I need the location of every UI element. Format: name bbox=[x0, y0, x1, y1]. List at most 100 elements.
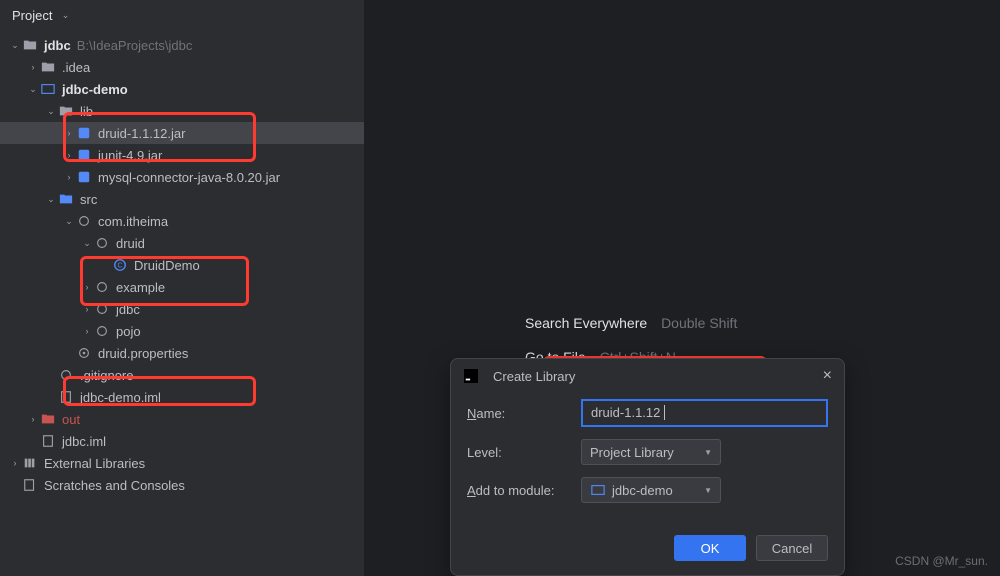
module-icon bbox=[40, 81, 56, 97]
tree-item-druid-props[interactable]: druid.properties bbox=[0, 342, 364, 364]
tree-label: jdbc-demo bbox=[62, 82, 128, 97]
iml-icon bbox=[40, 433, 56, 449]
folder-icon bbox=[58, 103, 74, 119]
folder-icon bbox=[40, 411, 56, 427]
scratches-icon bbox=[22, 477, 38, 493]
folder-icon bbox=[40, 59, 56, 75]
chevron-right-icon: › bbox=[26, 60, 40, 74]
tree-item-druid-demo[interactable]: C DruidDemo bbox=[0, 254, 364, 276]
tree-item-scratches[interactable]: Scratches and Consoles bbox=[0, 474, 364, 496]
tree-label: jdbc.iml bbox=[62, 434, 106, 449]
tree-label: DruidDemo bbox=[134, 258, 200, 273]
level-select[interactable]: Project Library ▼ bbox=[581, 439, 721, 465]
tree-label: druid.properties bbox=[98, 346, 188, 361]
tree-item-out[interactable]: › out bbox=[0, 408, 364, 430]
tree-label: .idea bbox=[62, 60, 90, 75]
package-icon bbox=[94, 301, 110, 317]
chevron-right-icon: › bbox=[80, 324, 94, 338]
hint-title: Search Everywhere bbox=[525, 315, 647, 331]
chevron-down-icon: ⌄ bbox=[80, 236, 94, 250]
tree-item-junit-jar[interactable]: › junit-4.9.jar bbox=[0, 144, 364, 166]
tree-item-pkg-itheima[interactable]: ⌄ com.itheima bbox=[0, 210, 364, 232]
tree-item-mysql-jar[interactable]: › mysql-connector-java-8.0.20.jar bbox=[0, 166, 364, 188]
project-tree: ⌄ jdbc B:\IdeaProjects\jdbc › .idea ⌄ jd… bbox=[0, 30, 364, 500]
file-icon bbox=[58, 367, 74, 383]
dialog-title: Create Library bbox=[493, 369, 815, 384]
tree-root-jdbc[interactable]: ⌄ jdbc B:\IdeaProjects\jdbc bbox=[0, 34, 364, 56]
project-title: Project bbox=[12, 8, 52, 23]
watermark: CSDN @Mr_sun. bbox=[895, 554, 988, 568]
chevron-right-icon: › bbox=[8, 456, 22, 470]
tree-item-druid-jar[interactable]: › druid-1.1.12.jar bbox=[0, 122, 364, 144]
tree-item-idea[interactable]: › .idea bbox=[0, 56, 364, 78]
tree-label: druid bbox=[116, 236, 145, 251]
chevron-down-icon: ⌄ bbox=[26, 82, 40, 96]
chevron-down-icon: ▼ bbox=[704, 486, 712, 495]
tree-item-ext-libs[interactable]: › External Libraries bbox=[0, 452, 364, 474]
tree-label: src bbox=[80, 192, 97, 207]
chevron-right-icon: › bbox=[80, 302, 94, 316]
jar-icon bbox=[76, 147, 92, 163]
tree-item-demo[interactable]: ⌄ jdbc-demo bbox=[0, 78, 364, 100]
name-label: Name: bbox=[467, 406, 571, 421]
tree-label: com.itheima bbox=[98, 214, 168, 229]
close-icon[interactable]: × bbox=[823, 367, 832, 385]
tree-label: Scratches and Consoles bbox=[44, 478, 185, 493]
chevron-right-icon: › bbox=[62, 170, 76, 184]
svg-text:C: C bbox=[117, 263, 122, 270]
package-icon bbox=[76, 213, 92, 229]
tree-item-gitignore[interactable]: .gitignore bbox=[0, 364, 364, 386]
class-icon: C bbox=[112, 257, 128, 273]
chevron-down-icon: ▼ bbox=[704, 448, 712, 457]
module-label: Add to module: bbox=[467, 483, 571, 498]
chevron-down-icon: ⌄ bbox=[44, 192, 58, 206]
chevron-down-icon: ⌄ bbox=[8, 38, 22, 52]
iml-icon bbox=[58, 389, 74, 405]
tree-label: lib bbox=[80, 104, 93, 119]
cancel-button[interactable]: Cancel bbox=[756, 535, 828, 561]
tree-label: External Libraries bbox=[44, 456, 145, 471]
tree-item-src[interactable]: ⌄ src bbox=[0, 188, 364, 210]
package-icon bbox=[94, 235, 110, 251]
tree-path: B:\IdeaProjects\jdbc bbox=[77, 38, 193, 53]
tree-item-pkg-example[interactable]: › example bbox=[0, 276, 364, 298]
jar-icon bbox=[76, 125, 92, 141]
chevron-right-icon: › bbox=[62, 126, 76, 140]
module-select[interactable]: jdbc-demo ▼ bbox=[581, 477, 721, 503]
properties-icon bbox=[76, 345, 92, 361]
jar-icon bbox=[76, 169, 92, 185]
tree-label: jdbc bbox=[116, 302, 140, 317]
tree-label: pojo bbox=[116, 324, 141, 339]
hint-key: Double Shift bbox=[661, 315, 737, 331]
package-icon bbox=[94, 279, 110, 295]
chevron-right-icon: › bbox=[62, 148, 76, 162]
tree-label: mysql-connector-java-8.0.20.jar bbox=[98, 170, 280, 185]
level-label: Level: bbox=[467, 445, 571, 460]
chevron-down-icon: ⌄ bbox=[44, 104, 58, 118]
chevron-right-icon: › bbox=[26, 412, 40, 426]
tree-label: jdbc bbox=[44, 38, 71, 53]
project-header[interactable]: Project ⌄ bbox=[0, 0, 364, 30]
chevron-down-icon: ⌄ bbox=[62, 214, 76, 228]
package-icon bbox=[94, 323, 110, 339]
src-folder-icon bbox=[58, 191, 74, 207]
tree-item-pkg-druid[interactable]: ⌄ druid bbox=[0, 232, 364, 254]
create-library-dialog: Create Library × Name: druid-1.1.12 Leve… bbox=[450, 358, 845, 576]
tree-label: out bbox=[62, 412, 80, 427]
tree-item-lib[interactable]: ⌄ lib bbox=[0, 100, 364, 122]
tree-item-pkg-pojo[interactable]: › pojo bbox=[0, 320, 364, 342]
tree-item-pkg-jdbc[interactable]: › jdbc bbox=[0, 298, 364, 320]
tree-label: junit-4.9.jar bbox=[98, 148, 162, 163]
chevron-down-icon: ⌄ bbox=[58, 8, 72, 22]
project-sidebar: Project ⌄ ⌄ jdbc B:\IdeaProjects\jdbc › … bbox=[0, 0, 365, 576]
tree-label: jdbc-demo.iml bbox=[80, 390, 161, 405]
intellij-icon bbox=[463, 368, 479, 384]
ok-button[interactable]: OK bbox=[674, 535, 746, 561]
name-input[interactable]: druid-1.1.12 bbox=[581, 399, 828, 427]
tree-label: .gitignore bbox=[80, 368, 133, 383]
tree-item-demo-iml[interactable]: jdbc-demo.iml bbox=[0, 386, 364, 408]
library-icon bbox=[22, 455, 38, 471]
tree-label: example bbox=[116, 280, 165, 295]
tree-label: druid-1.1.12.jar bbox=[98, 126, 185, 141]
tree-item-jdbc-iml[interactable]: jdbc.iml bbox=[0, 430, 364, 452]
